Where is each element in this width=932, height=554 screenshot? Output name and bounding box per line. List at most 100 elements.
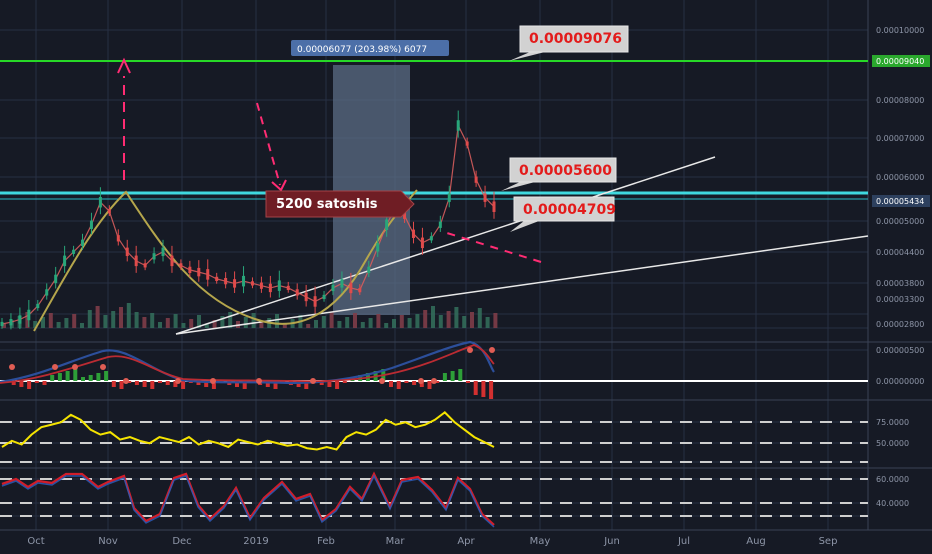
price-candle-body [161,247,165,257]
macd-histogram-bar [165,381,170,385]
volume-bar [56,322,61,328]
price-candle-body [295,289,299,296]
macd-histogram-bar [42,381,47,385]
price-axis-tick-label: 0.00005000 [876,217,924,226]
volume-bar [119,307,123,328]
price-candle-body [179,263,183,268]
macd-cross-marker [52,364,58,370]
price-axis-tick-label: 0.00010000 [876,26,924,35]
stoch-axis-tick-label: 60.0000 [876,475,909,484]
price-candle-body [215,276,219,281]
price-candle-body [116,235,120,242]
volume-bar [431,306,435,328]
volume-bar [306,324,311,328]
macd-histogram-bar [450,371,455,381]
macd-histogram-bar [181,381,186,389]
volume-bar [462,316,467,328]
macd-cross-marker [72,364,78,370]
volume-bar [134,312,139,328]
price-candle-body [268,283,272,293]
price-candle-body [224,277,228,285]
macd-cross-marker [175,378,181,384]
volume-bar [64,318,69,328]
chart-canvas[interactable]: 0.00006077 (203.98%) 6077 0.00009076 0.000… [0,0,932,550]
macd-histogram-bar [427,381,432,389]
price-candle-body [277,280,281,291]
price-candle-body [9,319,13,326]
price-candle-body [125,247,129,257]
price-axis-tick-label: 0.00006000 [876,173,924,182]
macd-cross-marker [431,378,437,384]
price-candle-body [89,220,93,229]
price-axis-current-label: 0.00005434 [876,197,924,206]
price-candle-body [18,315,22,324]
price-candle-body [420,237,424,249]
price-candle-body [250,281,254,286]
macd-cross-marker [9,364,15,370]
price-candle-body [492,201,496,212]
price-candle-body [376,243,380,252]
x-tick-label: Dec [172,536,191,547]
volume-bar [165,318,170,328]
price-candle-body [313,296,317,307]
volume-bar [87,310,92,328]
price-axis-tick-label: 0.00004400 [876,248,924,257]
macd-cross-marker [210,378,216,384]
volume-bar [158,322,162,328]
price-candle-body [447,193,451,202]
volume-bar [337,321,342,328]
macd-histogram-bar [50,375,55,381]
price-candle-body [233,279,237,288]
price-candle-body [322,294,326,300]
volume-bar [80,323,84,328]
price-candle-body [474,176,478,183]
x-tick-label: Feb [317,536,335,547]
price-candle-body [259,282,263,289]
volume-bar [407,318,412,328]
macd-histogram-bar [34,381,39,383]
volume-bar [173,314,178,328]
macd-axis-tick-label: 0.00000000 [876,377,924,386]
volume-bar [189,319,194,328]
macd-cross-marker [256,378,262,384]
range-box [333,65,410,315]
price-candle-body [152,253,156,260]
macd-histogram-bar [342,381,347,383]
price-candle-body [385,219,389,231]
volume-bar [446,311,451,328]
macd-histogram-bar [489,381,494,399]
price-candle-body [107,209,111,214]
macd-histogram-bar [389,381,393,387]
volume-bar [142,317,147,328]
macd-histogram-bar [473,381,478,395]
volume-bar [423,310,428,328]
macd-histogram-bar [481,381,486,397]
price-candle-body [358,288,362,293]
stoch-axis-tick-label: 40.0000 [876,499,909,508]
volume-bar [103,315,108,328]
volume-bar [438,315,443,328]
macd-histogram-bar [442,373,447,381]
price-axis-tick-label: 0.00007000 [876,134,924,143]
callout-label: 0.00005600 [519,163,612,179]
callout-label: 0.00004709 [523,202,616,218]
price-candle-body [286,285,290,291]
macd-histogram-bar [27,381,32,389]
satoshi-label: 5200 satoshis [276,197,378,212]
volume-bar [181,323,186,328]
macd-histogram-bar [111,381,116,387]
price-candle-body [0,321,4,327]
macd-cross-marker [123,378,129,384]
chart: 0.00006077 (203.98%) 6077 0.00009076 0.000… [0,0,932,550]
volume-bar [275,314,279,328]
price-candle-body [170,255,174,267]
volume-bar [150,313,155,328]
price-candle-body [143,263,147,268]
volume-bar [368,318,373,328]
macd-histogram-bar [81,377,85,381]
price-candle-body [81,239,85,246]
macd-histogram-bar [73,369,78,381]
macd-histogram-bar [19,381,24,387]
price-candle-body [483,193,487,202]
macd-histogram-bar [96,373,101,381]
